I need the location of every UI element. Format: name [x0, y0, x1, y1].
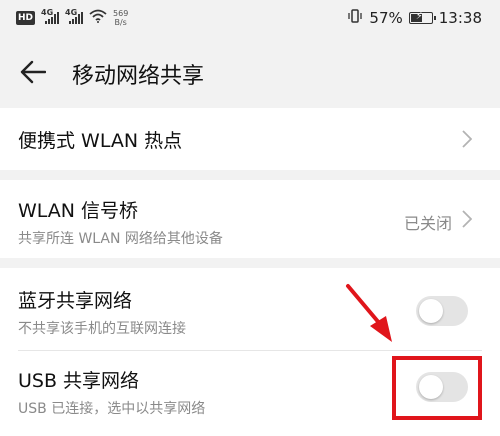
- annotation-highlight-box: [392, 356, 482, 420]
- signal-icon-sim2: 4G: [65, 8, 84, 26]
- vibrate-icon: [347, 8, 363, 28]
- back-arrow-icon[interactable]: [20, 60, 46, 84]
- usb-subtitle: USB 已连接，选中以共享网络: [18, 401, 206, 417]
- wifi-icon: [89, 8, 107, 27]
- chevron-right-icon: [462, 130, 472, 148]
- status-bar: HD 4G 4G 569 B/s 57% ⚡ 13:38: [0, 0, 500, 36]
- divider: [18, 350, 482, 351]
- app-header: 移动网络共享: [0, 36, 500, 108]
- annotation-arrow-icon: [346, 284, 392, 342]
- network-speed-unit: B/s: [114, 17, 127, 27]
- hd-badge: HD: [16, 10, 36, 25]
- bluetooth-title: 蓝牙共享网络: [18, 290, 133, 312]
- charging-icon: ⚡: [415, 11, 423, 22]
- network-speed-value: 569: [113, 8, 129, 18]
- page-title: 移动网络共享: [72, 64, 205, 89]
- hotspot-row[interactable]: 便携式 WLAN 热点: [0, 108, 500, 170]
- bridge-card: WLAN 信号桥 共享所连 WLAN 网络给其他设备 已关闭: [0, 180, 500, 258]
- bluetooth-toggle[interactable]: [416, 296, 468, 326]
- hotspot-card: 便携式 WLAN 热点: [0, 108, 500, 170]
- screen: HD 4G 4G 569 B/s 57% ⚡ 13:38 移动网络共享 便携式 …: [0, 0, 500, 436]
- bridge-row[interactable]: WLAN 信号桥 共享所连 WLAN 网络给其他设备 已关闭: [0, 180, 500, 258]
- bluetooth-subtitle: 不共享该手机的互联网连接: [18, 321, 186, 337]
- battery-percent: 57%: [369, 9, 403, 27]
- status-right: 57% ⚡ 13:38: [347, 8, 482, 28]
- bridge-status: 已关闭: [403, 214, 452, 233]
- hotspot-title: 便携式 WLAN 热点: [18, 130, 183, 152]
- clock: 13:38: [438, 9, 482, 27]
- usb-title: USB 共享网络: [18, 370, 140, 392]
- bridge-subtitle: 共享所连 WLAN 网络给其他设备: [18, 231, 223, 247]
- bridge-title: WLAN 信号桥: [18, 200, 139, 222]
- status-left: HD 4G 4G 569 B/s: [16, 8, 128, 27]
- signal-icon-sim1: 4G: [41, 8, 60, 26]
- chevron-right-icon: [462, 210, 472, 228]
- battery-icon: ⚡: [408, 11, 436, 24]
- network-speed: 569 B/s: [113, 9, 128, 27]
- bluetooth-row[interactable]: 蓝牙共享网络 不共享该手机的互联网连接: [0, 268, 500, 348]
- toggle-knob: [419, 299, 443, 323]
